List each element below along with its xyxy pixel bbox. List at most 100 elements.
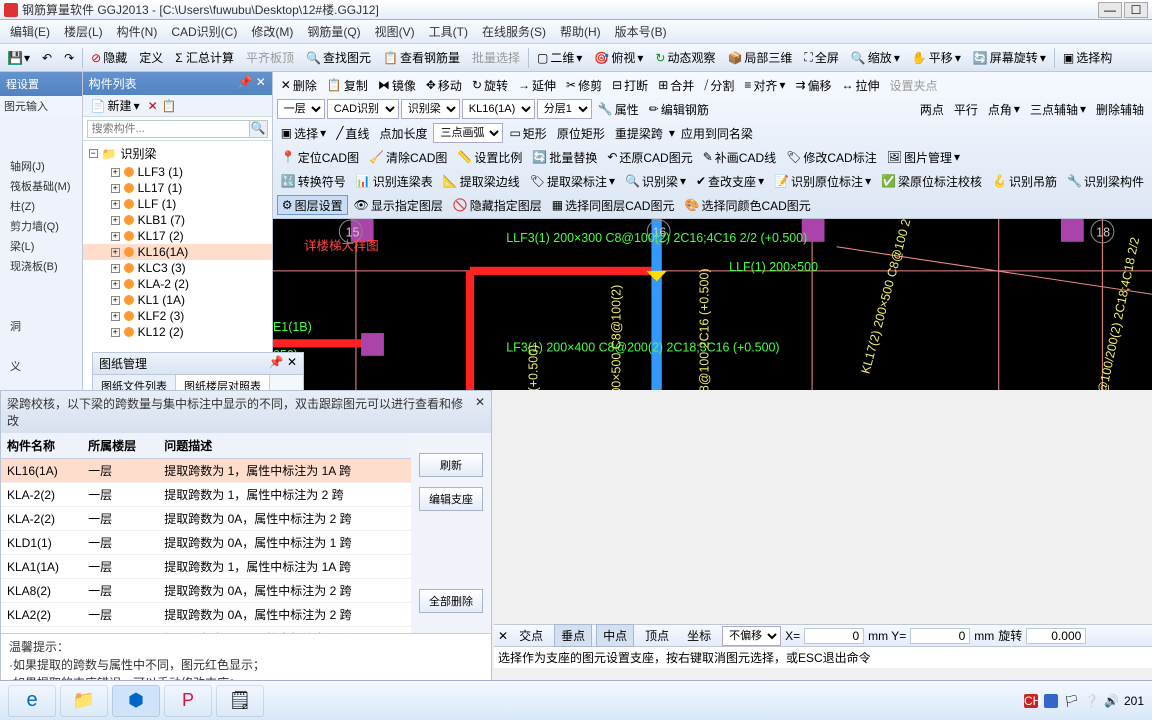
tray-ime[interactable]: CH bbox=[1024, 694, 1038, 708]
table-row[interactable]: KLA-2(2)一层提取跨数为 1，属性中标注为 2 跨 bbox=[1, 483, 411, 507]
cextend[interactable]: →延伸 bbox=[514, 75, 560, 95]
overlook-button[interactable]: 🎯俯视▾ bbox=[590, 47, 647, 69]
delete-icon[interactable]: ✕ bbox=[148, 99, 158, 113]
nav-wall[interactable]: 剪力墙(Q) bbox=[0, 216, 82, 236]
menu-cadrec[interactable]: CAD识别(C) bbox=[165, 21, 243, 42]
recorig[interactable]: 📝识别原位标注▾ bbox=[770, 171, 875, 191]
undo-icon[interactable]: ↶ bbox=[38, 47, 56, 69]
table-row[interactable]: KLA1(1A)一层提取跨数为 1，属性中标注为 1A 跨 bbox=[1, 555, 411, 579]
refresh-button[interactable]: 刷新 bbox=[419, 453, 483, 477]
close-icon[interactable]: ✕ bbox=[256, 75, 266, 89]
menu-view[interactable]: 视图(V) bbox=[369, 21, 421, 42]
snap-midpoint[interactable]: 中点 bbox=[596, 624, 634, 647]
layerset[interactable]: ⚙图层设置 bbox=[277, 195, 348, 215]
batchsel-button[interactable]: 批量选择 bbox=[468, 47, 524, 69]
snap-coord[interactable]: 坐标 bbox=[680, 624, 718, 647]
hidelayer[interactable]: 🚫隐藏指定图层 bbox=[449, 195, 546, 215]
table-row[interactable]: KL16(1A)一层提取跨数为 1，属性中标注为 1A 跨 bbox=[1, 459, 411, 483]
copy-icon[interactable]: 📋 bbox=[162, 99, 177, 113]
check-table[interactable]: 构件名称所属楼层问题描述 KL16(1A)一层提取跨数为 1，属性中标注为 1A… bbox=[1, 433, 411, 633]
loccad[interactable]: 📍定位CAD图 bbox=[277, 147, 363, 167]
origrect[interactable]: 原位矩形 bbox=[553, 123, 609, 143]
define-button[interactable]: 定义 bbox=[135, 47, 167, 69]
recsling[interactable]: 🪝识别吊筋 bbox=[988, 171, 1061, 191]
save-icon[interactable]: 💾▾ bbox=[4, 47, 34, 69]
new-button[interactable]: 📄新建▾ bbox=[87, 97, 144, 114]
menu-edit[interactable]: 编辑(E) bbox=[4, 21, 56, 42]
nav-raft[interactable]: 筏板基础(M) bbox=[0, 176, 82, 196]
taskbar-notes[interactable]: 🗒 bbox=[216, 685, 264, 717]
cadrec-select[interactable]: CAD识别 bbox=[327, 99, 399, 119]
calign[interactable]: ≡对齐▾ bbox=[740, 75, 789, 95]
crotate[interactable]: ↻旋转 bbox=[468, 75, 512, 95]
dynview-button[interactable]: ↻动态观察 bbox=[651, 47, 719, 69]
table-row[interactable]: KLA-2(2)一层提取跨数为 0A，属性中标注为 2 跨 bbox=[1, 507, 411, 531]
pt-angle[interactable]: 点角▾ bbox=[984, 99, 1024, 119]
tray-time[interactable]: 201 bbox=[1124, 694, 1144, 708]
cmerge[interactable]: ⊞合并 bbox=[654, 75, 698, 95]
plan-button[interactable]: 平齐板顶 bbox=[242, 47, 298, 69]
editcadlabel[interactable]: 🏷修改CAD标注 bbox=[782, 147, 881, 167]
csetpoint[interactable]: 设置夹点 bbox=[886, 75, 942, 95]
checkbar-button[interactable]: 📋查看钢筋量 bbox=[379, 47, 464, 69]
rectbl[interactable]: 📊识别连梁表 bbox=[352, 171, 437, 191]
pin-icon[interactable]: 📌 bbox=[237, 75, 252, 89]
nav-axis[interactable]: 轴网(J) bbox=[0, 156, 82, 176]
checksupp[interactable]: ✔查改支座▾ bbox=[692, 171, 768, 191]
nav-slab[interactable]: 现浇板(B) bbox=[0, 256, 82, 276]
applyname[interactable]: 应用到同名梁 bbox=[677, 123, 757, 143]
table-row[interactable]: KLA8(2)一层提取跨数为 0A，属性中标注为 2 跨 bbox=[1, 579, 411, 603]
sublayer-select[interactable]: 分层1 bbox=[537, 99, 592, 119]
y-input[interactable] bbox=[910, 628, 970, 644]
tray-keyboard[interactable] bbox=[1044, 694, 1058, 708]
select-btn[interactable]: ▣选择▾ bbox=[277, 123, 330, 143]
extbeamlabel[interactable]: 🏷提取梁标注▾ bbox=[526, 171, 619, 191]
table-row[interactable]: KLD1(1)一层提取跨数为 0A，属性中标注为 1 跨 bbox=[1, 531, 411, 555]
menu-component[interactable]: 构件(N) bbox=[111, 21, 164, 42]
convsym[interactable]: 🔣转换符号 bbox=[277, 171, 350, 191]
cdel[interactable]: ✕删除 bbox=[277, 75, 321, 95]
selfilter-button[interactable]: ▣选择构 bbox=[1059, 47, 1116, 69]
deleteall-button[interactable]: 全部删除 bbox=[419, 589, 483, 613]
delaux[interactable]: 删除辅轴 bbox=[1092, 99, 1148, 119]
ctrim[interactable]: ✂修剪 bbox=[562, 75, 606, 95]
suppcad[interactable]: ✎补画CAD线 bbox=[699, 147, 780, 167]
selcolorcad[interactable]: 🎨选择同颜色CAD图元 bbox=[680, 195, 814, 215]
sellayercad[interactable]: ▦选择同图层CAD图元 bbox=[548, 195, 679, 215]
zoom-button[interactable]: 🔍缩放▾ bbox=[847, 47, 904, 69]
local3d-button[interactable]: 📦局部三维 bbox=[723, 47, 796, 69]
setscale[interactable]: 📏设置比例 bbox=[453, 147, 526, 167]
close-icon[interactable]: ✕ bbox=[287, 355, 297, 369]
maximize-button[interactable]: ☐ bbox=[1124, 2, 1148, 18]
tribox[interactable]: 三点画弧 bbox=[433, 123, 503, 143]
search-icon[interactable]: 🔍 bbox=[250, 120, 268, 138]
find-button[interactable]: 🔍查找图元 bbox=[302, 47, 375, 69]
taskbar-explorer[interactable]: 📁 bbox=[60, 685, 108, 717]
tray-help-icon[interactable]: ❔ bbox=[1084, 694, 1098, 708]
ptaddlen[interactable]: 点加长度 bbox=[375, 123, 431, 143]
fullscr-button[interactable]: ⛶全屏 bbox=[800, 47, 842, 69]
snap-vertex[interactable]: 顶点 bbox=[638, 624, 676, 647]
clearcad[interactable]: 🧹清除CAD图 bbox=[365, 147, 451, 167]
sumcalc-button[interactable]: Σ 汇总计算 bbox=[171, 47, 238, 69]
pin-icon[interactable]: 📌 bbox=[269, 355, 284, 369]
close-snap-icon[interactable]: ✕ bbox=[498, 629, 508, 643]
recbeamcomp[interactable]: 🔧识别梁构件 bbox=[1063, 171, 1148, 191]
drawing-canvas[interactable]: 15 16 18 16 17 16 B 18 详楼梯大样图 LLF3(1) 20… bbox=[273, 219, 1152, 390]
taskbar-ie[interactable]: e bbox=[8, 685, 56, 717]
cbreak[interactable]: ⊟打断 bbox=[608, 75, 652, 95]
pan-button[interactable]: ✋平移▾ bbox=[908, 47, 965, 69]
chkorigbeam[interactable]: ✅梁原位标注校核 bbox=[877, 171, 986, 191]
offset-select[interactable]: 不偏移 bbox=[722, 626, 781, 646]
editbar-button[interactable]: ✏编辑钢筋 bbox=[645, 99, 713, 119]
relabel[interactable]: 重提梁跨 bbox=[611, 123, 667, 143]
table-row[interactable]: KLA3(2)一层提取跨数为 0A，属性中标注为 2 跨 bbox=[1, 627, 411, 634]
curmem-select[interactable]: KL16(1A) bbox=[462, 99, 535, 119]
redo-icon[interactable]: ↷ bbox=[60, 47, 78, 69]
rot-input[interactable] bbox=[1026, 628, 1086, 644]
threept[interactable]: 三点辅轴▾ bbox=[1026, 99, 1090, 119]
screenrot-button[interactable]: 🔄屏幕旋转▾ bbox=[969, 47, 1050, 69]
batchrepl[interactable]: 🔄批量替换 bbox=[528, 147, 601, 167]
nav-hole[interactable]: 洞 bbox=[0, 316, 82, 336]
twopt[interactable]: 两点 bbox=[916, 99, 948, 119]
